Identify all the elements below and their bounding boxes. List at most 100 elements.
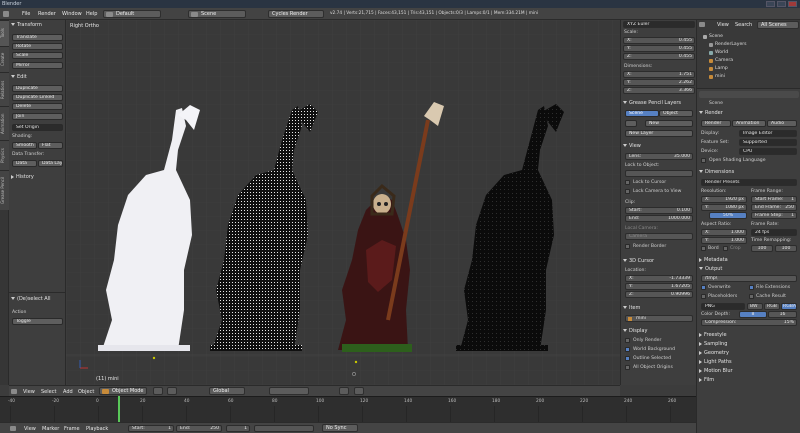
orientation-selector[interactable]: Global (209, 387, 245, 395)
rotation-mode-dropdown[interactable]: XYZ Euler (623, 21, 695, 28)
pencil-icon[interactable] (625, 120, 637, 127)
display-panel-header[interactable]: Display (623, 327, 676, 335)
rotate-button[interactable]: Rotate (12, 43, 63, 50)
outliner-item-lamp[interactable]: Lamp (715, 66, 728, 71)
3d-viewport[interactable]: Right Ortho (11) mini (66, 20, 620, 385)
grease-object-tab[interactable]: Object (659, 110, 693, 117)
mode-selector[interactable]: Object Mode (99, 387, 147, 395)
osl-checkbox[interactable] (701, 158, 706, 163)
render-border-checkbox[interactable] (625, 244, 630, 249)
metadata-panel-header[interactable]: Metadata (699, 256, 797, 264)
menu-view[interactable]: View (23, 389, 35, 395)
tab-relations[interactable]: Relations (0, 72, 9, 106)
minimize-button[interactable] (766, 1, 775, 7)
clip-start-field[interactable]: Start: 0.100 (625, 207, 693, 214)
lock-camera-checkbox[interactable] (625, 189, 630, 194)
mirror-button[interactable]: Mirror (12, 62, 63, 69)
cursor-x-field[interactable]: X: -1.73339 (625, 275, 693, 282)
placeholders-checkbox[interactable] (701, 294, 706, 299)
resolution-y-field[interactable]: Y: 1080 px (701, 204, 747, 211)
new-layer-button[interactable]: New Layer (625, 130, 693, 137)
frame-step-field[interactable]: Frame Step: 1 (751, 212, 797, 219)
scale-x-field[interactable]: X: 0.455 (623, 37, 695, 44)
file-format-dropdown[interactable]: PNG (701, 303, 745, 310)
scale-z-field[interactable]: Z: 0.455 (623, 53, 695, 60)
3d-cursor-header[interactable]: 3D Cursor (623, 257, 676, 265)
grease-scene-tab[interactable]: Scene (625, 110, 659, 117)
resolution-percent-field[interactable]: 50% (709, 212, 747, 219)
shading-selector[interactable] (153, 387, 163, 395)
scene-selector[interactable]: Scene (188, 10, 246, 18)
motion-blur-panel-header[interactable]: Motion Blur (699, 367, 797, 375)
context-tabs[interactable] (699, 91, 799, 98)
menu-help[interactable]: Help (86, 11, 97, 17)
dimension-y-field[interactable]: Y: 2.262 (623, 79, 695, 86)
menu-file[interactable]: File (22, 11, 30, 17)
outliner-item-camera[interactable]: Camera (715, 58, 733, 63)
current-frame-field[interactable]: 1 (226, 425, 250, 432)
start-frame-field[interactable]: Start: 1 (128, 425, 174, 432)
cursor-z-field[interactable]: Z: 0.90996 (625, 291, 693, 298)
compression-field[interactable]: Compression: 15% (701, 319, 797, 326)
resolution-x-field[interactable]: X: 1920 px (701, 196, 747, 203)
tab-create[interactable]: Create (0, 46, 9, 72)
menu-select[interactable]: Select (41, 389, 56, 395)
lens-field[interactable]: Lens: 35.000 (625, 153, 693, 160)
sync-selector[interactable]: No Sync (322, 424, 358, 432)
frame-rate-dropdown[interactable]: 24 fps (751, 229, 797, 236)
menu-object[interactable]: Object (78, 389, 94, 395)
playback-controls[interactable] (254, 425, 314, 432)
end-frame-prop-field[interactable]: End Frame: 250 (751, 204, 797, 211)
tab-animation[interactable]: Animation (0, 106, 9, 140)
all-origins-checkbox[interactable] (625, 365, 630, 370)
render-button[interactable] (354, 387, 364, 395)
scale-y-field[interactable]: Y: 0.455 (623, 45, 695, 52)
output-path-field[interactable]: /tmp\ (701, 275, 797, 282)
tab-physics[interactable]: Physics (0, 140, 9, 170)
layers-grid[interactable] (269, 387, 309, 395)
only-render-checkbox[interactable] (625, 338, 630, 343)
geometry-panel-header[interactable]: Geometry (699, 349, 797, 357)
render-engine-selector[interactable]: Cycles Render (268, 10, 324, 18)
action-dropdown[interactable]: Toggle (12, 318, 63, 325)
border-checkbox[interactable] (701, 246, 706, 251)
outliner-item-world[interactable]: World (715, 50, 728, 55)
smooth-button[interactable]: Smooth (12, 142, 37, 149)
data-button[interactable]: Data (12, 160, 37, 167)
outliner-display-mode[interactable]: All Scenes (757, 21, 799, 29)
duplicate-button[interactable]: Duplicate (12, 85, 63, 92)
aspect-x-field[interactable]: X: 1.000 (701, 229, 747, 236)
start-frame-prop-field[interactable]: Start Frame: 1 (751, 196, 797, 203)
world-background-checkbox[interactable] (625, 347, 630, 352)
history-panel-header[interactable]: History (11, 173, 64, 181)
color-rgba-button[interactable]: RGBA (781, 303, 797, 310)
freestyle-panel-header[interactable]: Freestyle (699, 331, 797, 339)
viewport-canvas[interactable] (66, 20, 620, 385)
delete-button[interactable]: Delete (12, 103, 63, 110)
overwrite-checkbox[interactable] (701, 285, 706, 290)
render-audio-button[interactable]: Audio (767, 120, 797, 127)
end-frame-field[interactable]: End: 250 (176, 425, 222, 432)
playhead[interactable] (118, 396, 120, 422)
edit-panel-header[interactable]: Edit (11, 73, 64, 81)
outliner-item-mini[interactable]: mini (715, 74, 725, 79)
dimension-x-field[interactable]: X: 1.751 (623, 71, 695, 78)
feature-set-dropdown[interactable]: Supported (739, 139, 797, 146)
join-button[interactable]: Join (12, 113, 63, 120)
grease-new-button[interactable]: New (645, 120, 693, 127)
tab-grease-pencil[interactable]: Grease Pencil (0, 170, 9, 210)
editor-type-icon[interactable] (699, 22, 705, 27)
set-origin-dropdown[interactable]: Set Origin (12, 124, 63, 131)
local-camera-field[interactable]: Camera (625, 233, 693, 240)
remap-old-field[interactable]: 100 (751, 245, 773, 252)
output-panel-header[interactable]: Output (699, 265, 797, 273)
render-image-button[interactable]: Render (701, 120, 731, 127)
object-name-field[interactable]: mini (625, 315, 693, 322)
menu-marker[interactable]: Marker (42, 426, 59, 432)
device-dropdown[interactable]: CPU (739, 148, 797, 155)
menu-playback[interactable]: Playback (86, 426, 108, 432)
display-dropdown[interactable]: Image Editor (739, 130, 797, 137)
scale-button[interactable]: Scale (12, 52, 63, 59)
lock-object-field[interactable] (625, 170, 693, 177)
menu-frame[interactable]: Frame (64, 426, 80, 432)
